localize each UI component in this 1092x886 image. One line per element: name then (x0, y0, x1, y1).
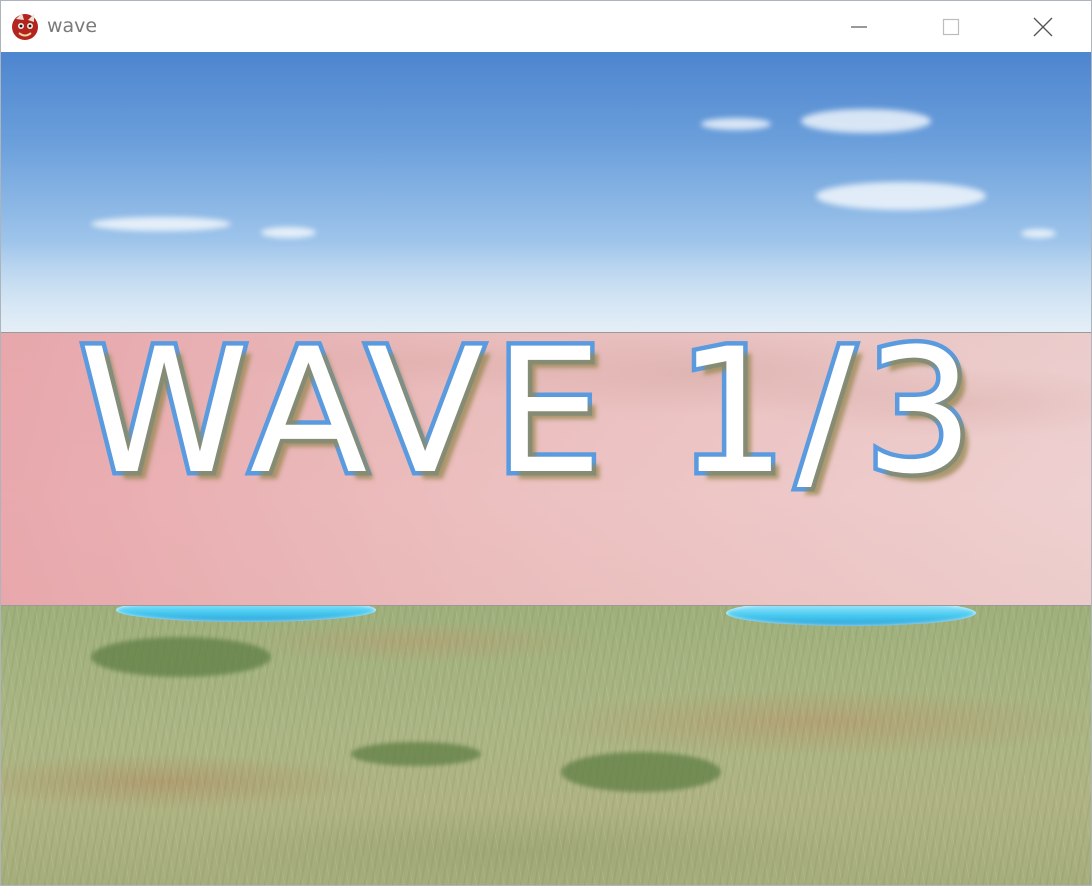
cloud (701, 118, 771, 130)
maximize-button[interactable] (928, 1, 974, 52)
bush (91, 637, 271, 677)
app-icon (12, 13, 38, 40)
minimize-button[interactable] (836, 1, 882, 52)
cloud (261, 227, 316, 238)
cloud (801, 109, 931, 133)
title-bar[interactable]: wave (1, 1, 1091, 52)
bush (561, 752, 721, 792)
cloud (1021, 229, 1056, 238)
close-button[interactable] (1020, 1, 1066, 52)
cloud (816, 182, 986, 210)
maximize-icon (942, 18, 960, 35)
cloud (91, 217, 231, 231)
wave-counter-text: WAVE 1/3 (74, 311, 985, 512)
game-window: wave WAVE 1/3 (0, 0, 1092, 886)
close-icon (1033, 17, 1053, 36)
bush (351, 742, 481, 766)
minimize-icon (851, 25, 867, 28)
window-title: wave (47, 15, 98, 37)
